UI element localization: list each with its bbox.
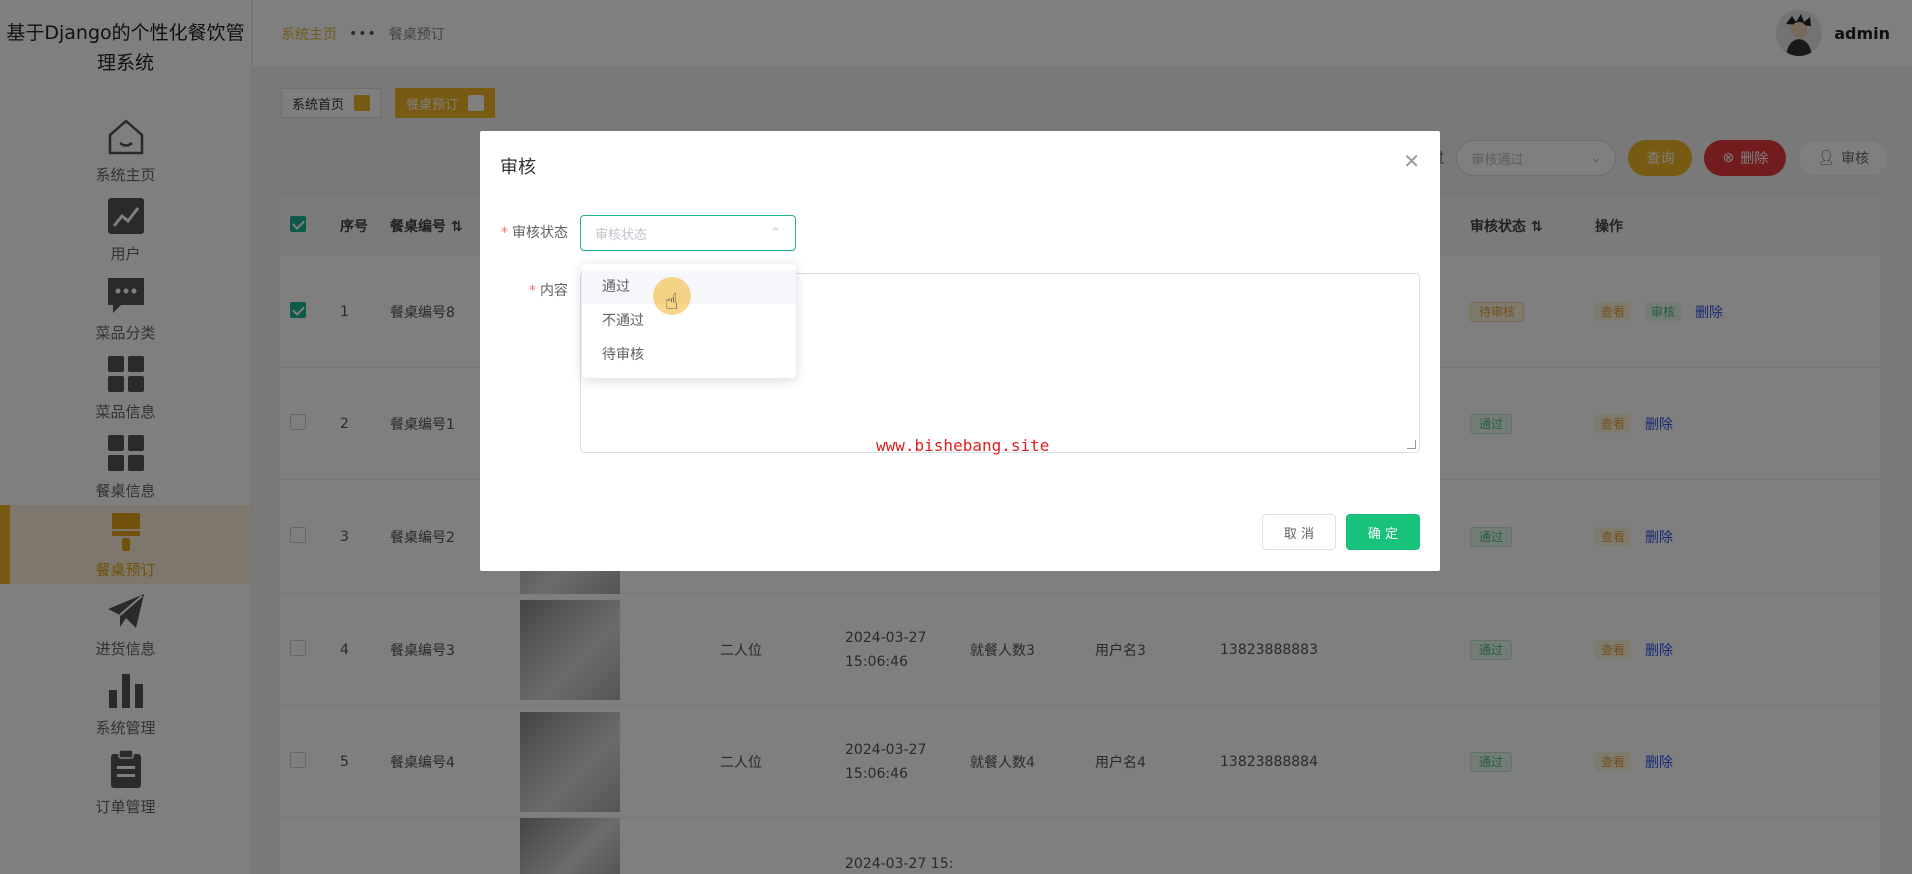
content-label: 内容 — [540, 283, 568, 299]
hand-cursor-icon: ☝ — [665, 290, 679, 315]
close-icon[interactable]: ✕ — [1403, 149, 1420, 173]
status-form-row: * 审核状态 审核状态 ⌃ — [480, 215, 796, 251]
status-label: 审核状态 — [512, 225, 568, 241]
watermark: www.bishebang.site — [876, 436, 1050, 455]
option-reject[interactable]: 不通过 — [582, 304, 796, 338]
dialog-title: 审核 — [500, 157, 536, 178]
cancel-button[interactable]: 取 消 — [1262, 514, 1336, 550]
option-pending[interactable]: 待审核 — [582, 338, 796, 372]
chevron-up-icon: ⌃ — [770, 225, 781, 241]
confirm-button[interactable]: 确 定 — [1346, 514, 1420, 550]
status-select[interactable]: 审核状态 ⌃ — [580, 215, 796, 251]
status-dropdown: 通过 不通过 待审核 — [582, 264, 796, 378]
